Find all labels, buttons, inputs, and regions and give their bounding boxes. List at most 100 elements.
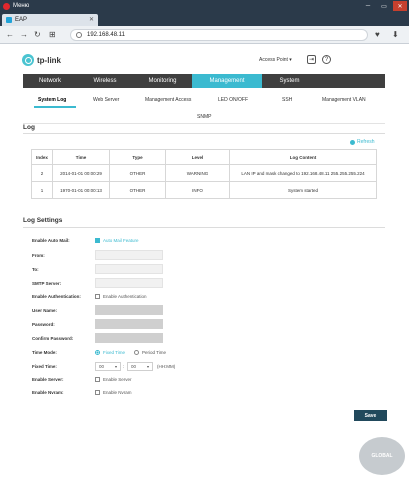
refresh-icon [350,139,355,145]
speed-dial-icon[interactable]: ⊞ [49,30,56,39]
smtp-server-label: SMTP Server: [32,281,62,286]
time-separator: : [123,364,125,369]
help-icon[interactable]: ? [322,55,331,64]
col-log-content: Log Content [229,149,377,165]
watermark-logo: GLOBAL [359,437,405,475]
subnav-management-vlan[interactable]: Management VLAN [322,97,366,103]
confirm-password-label: Confirm Password: [32,336,74,341]
to-input[interactable] [95,264,163,274]
auto-mail-checkbox[interactable] [95,238,100,243]
nav-system[interactable]: System [262,74,317,88]
cell-time: 1970-01-01 00:00:13 [52,181,110,199]
globe-icon [76,32,82,38]
nav-monitoring[interactable]: Monitoring [133,74,192,88]
log-settings-title: Log Settings [23,217,63,224]
logout-icon[interactable]: ⇥ [307,55,316,64]
fixed-time-label: Fixed Time: [32,364,57,369]
cell-index: 2 [31,164,53,182]
enable-nvram-checkbox[interactable] [95,390,100,395]
watermark-text: GLOBAL [371,453,393,459]
mode-label: Access Point [259,57,288,63]
col-type: Type [109,149,166,165]
password-input[interactable] [95,319,163,329]
enable-server-checkbox[interactable] [95,377,100,382]
log-table: Index Time Type Level Log Content 2 2014… [31,149,377,199]
address-bar: ← → ↻ ⊞ 192.168.48.11 ♥ ⬇ [0,26,409,44]
period-time-radio[interactable] [134,350,139,355]
maximize-button[interactable]: ▭ [377,1,391,11]
from-input[interactable] [95,250,163,260]
bookmark-heart-icon[interactable]: ♥ [375,30,380,39]
enable-auto-mail-label: Enable Auto Mail: [32,238,70,243]
enable-authentication-label: Enable Authentication: [32,294,81,299]
authentication-option-label: Enable Authentication [103,294,147,299]
fixed-time-radio[interactable] [95,350,100,355]
subnav-snmp[interactable]: SNMP [197,114,211,120]
nav-network[interactable]: Network [23,74,77,88]
refresh-button[interactable]: Refresh [350,139,375,145]
mode-select[interactable]: Access Point ▾ [259,57,292,63]
main-nav: Network Wireless Monitoring Management S… [23,74,385,88]
cell-index: 1 [31,181,53,199]
enable-nvram-option-label: Enable Nvram [103,390,132,395]
subnav-system-log[interactable]: System Log [38,97,66,103]
subnav-web-server[interactable]: Web Server [93,97,119,103]
period-time-option-label: Period Time [142,350,167,355]
tab-title: EAP [15,17,28,23]
save-button[interactable]: Save [354,410,387,421]
log-divider [23,133,385,134]
table-row: 1 1970-01-01 00:00:13 OTHER INFO System … [31,181,377,199]
time-mode-label: Time Mode: [32,350,57,355]
url-input[interactable]: 192.168.48.11 [70,29,368,41]
username-label: User Name: [32,308,58,313]
reload-icon[interactable]: ↻ [34,30,41,39]
table-row: 2 2014-01-01 00:00:29 OTHER WARNING LAN … [31,164,377,182]
cell-level: INFO [165,181,230,199]
fixed-time-option-label: Fixed Time [103,350,126,355]
browser-tab[interactable]: EAP ✕ [2,14,98,26]
username-input[interactable] [95,305,163,315]
col-level: Level [165,149,230,165]
subnav-led[interactable]: LED ON/OFF [218,97,248,103]
confirm-password-input[interactable] [95,333,163,343]
nav-wireless[interactable]: Wireless [77,74,133,88]
subnav-management-access[interactable]: Management Access [145,97,191,103]
nav-management[interactable]: Management [192,74,262,88]
url-text: 192.168.48.11 [87,32,125,38]
opera-logo-icon[interactable] [3,3,10,10]
cell-type: OTHER [109,181,166,199]
download-icon[interactable]: ⬇ [392,30,399,39]
hour-value: 00 [99,364,105,369]
page-header: tp-link Access Point ▾ ⇥ ? [0,44,409,74]
col-time: Time [52,149,110,165]
cell-content: System started [229,181,377,199]
forward-icon[interactable]: → [20,30,28,39]
chevron-down-icon: ▾ [114,364,117,369]
settings-divider [23,227,385,228]
enable-server-label: Enable Server: [32,377,64,382]
auto-mail-option-label: Auto Mail Feature [103,238,139,243]
cell-content: LAN IP and mask changed to 192.168.48.11… [229,164,377,182]
back-icon[interactable]: ← [6,30,14,39]
tab-close-icon[interactable]: ✕ [89,16,94,23]
tplink-logo-icon [22,54,34,66]
close-window-button[interactable]: ✕ [393,1,407,11]
brand-name: tp-link [37,55,61,65]
authentication-checkbox[interactable] [95,294,100,299]
time-format-hint: (HH:MM) [157,364,176,369]
hour-select[interactable]: 00 ▾ [95,362,121,371]
chevron-down-icon: ▾ [146,364,149,369]
cell-time: 2014-01-01 00:00:29 [52,164,110,182]
cell-level: WARNING [165,164,230,182]
minute-select[interactable]: 00 ▾ [127,362,153,371]
subnav-ssh[interactable]: SSH [282,97,292,103]
smtp-server-input[interactable] [95,278,163,288]
log-table-header: Index Time Type Level Log Content [31,149,377,165]
from-label: From: [32,253,45,258]
tab-strip: EAP ✕ + [0,13,409,36]
minimize-button[interactable]: ─ [361,1,375,11]
refresh-label: Refresh [357,139,375,145]
log-section-title: Log [23,124,35,131]
menu-button[interactable]: Меню [13,3,29,9]
password-label: Password: [32,322,55,327]
